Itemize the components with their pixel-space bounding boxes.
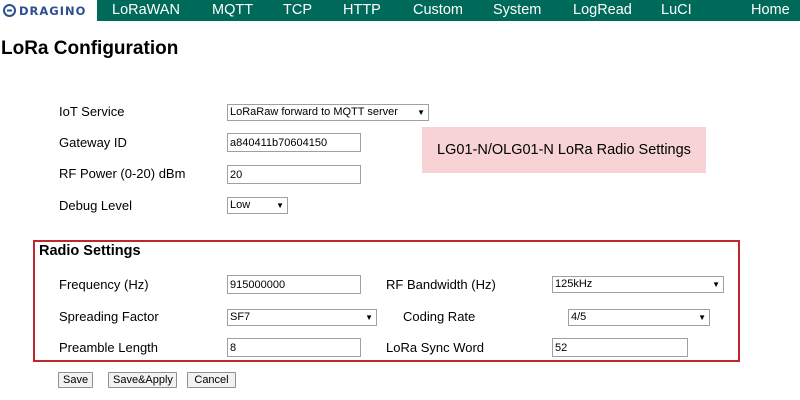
dragino-logo-icon — [3, 4, 16, 17]
coding-rate-select[interactable]: 4/5 ▼ — [568, 309, 710, 326]
top-navbar: DRAGINO LoRaWAN MQTT TCP HTTP Custom Sys… — [0, 0, 800, 21]
lora-sync-word-input[interactable] — [552, 338, 688, 357]
radio-settings-title: Radio Settings — [39, 243, 141, 259]
rf-power-label: RF Power (0-20) dBm — [59, 166, 186, 181]
dragino-logo[interactable]: DRAGINO — [0, 0, 97, 21]
page-title: LoRa Configuration — [1, 38, 179, 59]
iot-service-select[interactable]: LoRaRaw forward to MQTT server ▼ — [227, 104, 429, 121]
rf-power-input[interactable] — [227, 165, 361, 184]
nav-item-tcp[interactable]: TCP — [283, 0, 312, 21]
rf-bandwidth-value: 125kHz — [555, 278, 593, 290]
iot-service-value: LoRaRaw forward to MQTT server — [230, 106, 398, 118]
radio-settings-note: LG01-N/OLG01-N LoRa Radio Settings — [422, 127, 706, 173]
save-apply-button[interactable]: Save&Apply — [108, 372, 177, 388]
triangle-down-icon: ▼ — [417, 108, 425, 117]
coding-rate-value: 4/5 — [571, 311, 587, 323]
nav-item-system[interactable]: System — [493, 0, 541, 21]
frequency-label: Frequency (Hz) — [59, 277, 149, 292]
triangle-down-icon: ▼ — [698, 313, 706, 322]
spreading-factor-label: Spreading Factor — [59, 309, 159, 324]
gateway-id-label: Gateway ID — [59, 135, 127, 150]
nav-item-logread[interactable]: LogRead — [573, 0, 632, 21]
cancel-button[interactable]: Cancel — [187, 372, 236, 388]
nav-item-luci[interactable]: LuCI — [661, 0, 692, 21]
nav-item-http[interactable]: HTTP — [343, 0, 381, 21]
coding-rate-label: Coding Rate — [403, 309, 476, 324]
iot-service-label: IoT Service — [59, 104, 125, 119]
save-button[interactable]: Save — [58, 372, 93, 388]
preamble-length-input[interactable] — [227, 338, 361, 357]
triangle-down-icon: ▼ — [712, 280, 720, 289]
frequency-input[interactable] — [227, 275, 361, 294]
gateway-id-input[interactable] — [227, 133, 361, 152]
triangle-down-icon: ▼ — [365, 313, 373, 322]
spreading-factor-select[interactable]: SF7 ▼ — [227, 309, 377, 326]
rf-bandwidth-select[interactable]: 125kHz ▼ — [552, 276, 724, 293]
triangle-down-icon: ▼ — [276, 201, 284, 210]
spreading-factor-value: SF7 — [230, 311, 251, 323]
nav-item-lorawan[interactable]: LoRaWAN — [112, 0, 180, 21]
debug-level-label: Debug Level — [59, 198, 132, 213]
debug-level-value: Low — [230, 199, 251, 211]
logo-text: DRAGINO — [19, 3, 87, 18]
nav-item-custom[interactable]: Custom — [413, 0, 463, 21]
nav-item-home[interactable]: Home — [751, 0, 790, 21]
debug-level-select[interactable]: Low ▼ — [227, 197, 288, 214]
radio-settings-note-text: LG01-N/OLG01-N LoRa Radio Settings — [437, 142, 691, 158]
lora-sync-word-label: LoRa Sync Word — [386, 340, 485, 355]
rf-bandwidth-label: RF Bandwidth (Hz) — [386, 277, 496, 292]
nav-item-mqtt[interactable]: MQTT — [212, 0, 253, 21]
preamble-length-label: Preamble Length — [59, 340, 159, 355]
